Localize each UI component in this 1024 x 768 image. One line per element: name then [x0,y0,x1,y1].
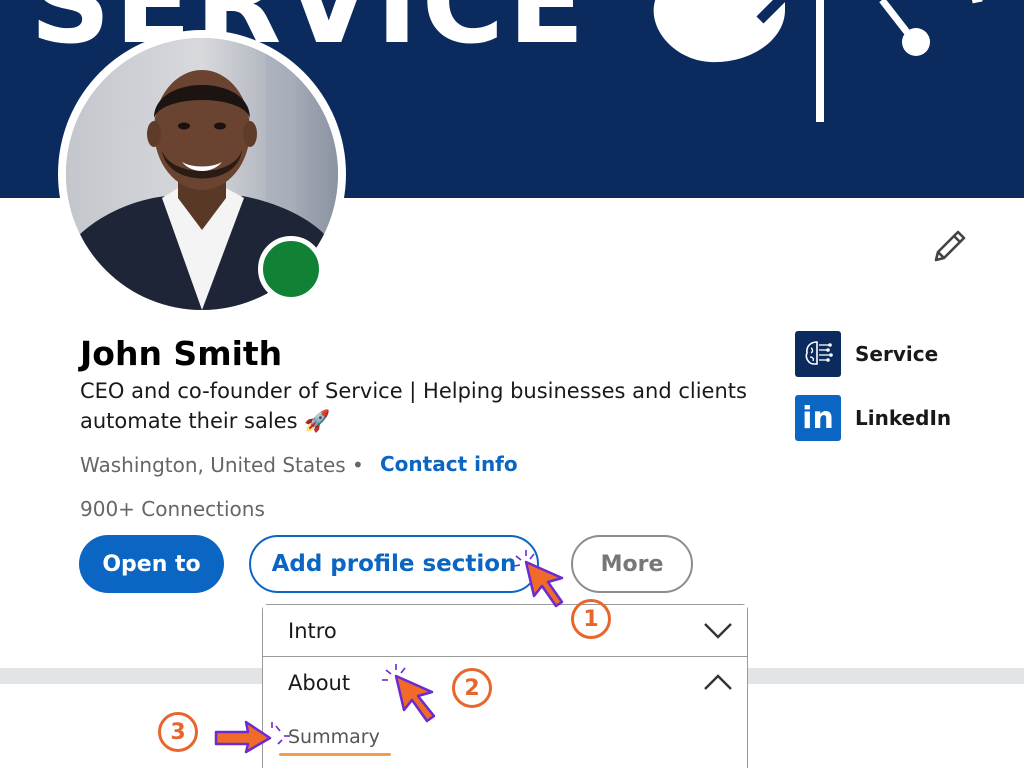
cursor-pointer-icon [513,550,564,608]
company-linkedin-label: LinkedIn [855,406,952,430]
company-service[interactable]: Service [795,331,938,377]
brain-circuit-icon [795,331,841,377]
chevron-down-icon [704,623,732,639]
edit-pencil-icon[interactable] [928,224,972,268]
step-badge-3: 3 [158,712,198,752]
dropdown-subitem-summary[interactable]: Summary [288,726,380,748]
connections-count[interactable]: 900+ Connections [80,497,265,521]
linkedin-logo-icon: in [795,395,841,441]
online-status-indicator [258,236,324,302]
cursor-pointer-icon [382,664,436,723]
company-service-label: Service [855,342,939,366]
cursor-arrow-right-icon [214,720,290,754]
add-section-dropdown: Intro About Summary [262,604,748,768]
dropdown-item-intro-label: Intro [288,619,337,643]
open-to-button[interactable]: Open to [79,535,224,593]
dropdown-item-about[interactable]: About [263,657,747,713]
banner-text: SERVICE [30,0,589,69]
chevron-up-icon [704,674,732,690]
contact-info-link[interactable]: Contact info [380,452,518,476]
dropdown-item-intro[interactable]: Intro [263,605,747,657]
dropdown-item-about-label: About [288,671,351,695]
profile-headline: CEO and co-founder of Service | Helping … [80,379,747,433]
company-linkedin[interactable]: in LinkedIn [795,395,951,441]
more-button[interactable]: More [571,535,693,593]
step-badge-2: 2 [452,668,492,708]
add-profile-section-button[interactable]: Add profile section [249,535,539,593]
step-badge-1: 1 [571,599,611,639]
profile-location: Washington, United States • [80,453,364,477]
profile-name: John Smith [80,334,283,373]
summary-highlight-underline [279,753,391,756]
brain-circuit-art [653,0,983,122]
